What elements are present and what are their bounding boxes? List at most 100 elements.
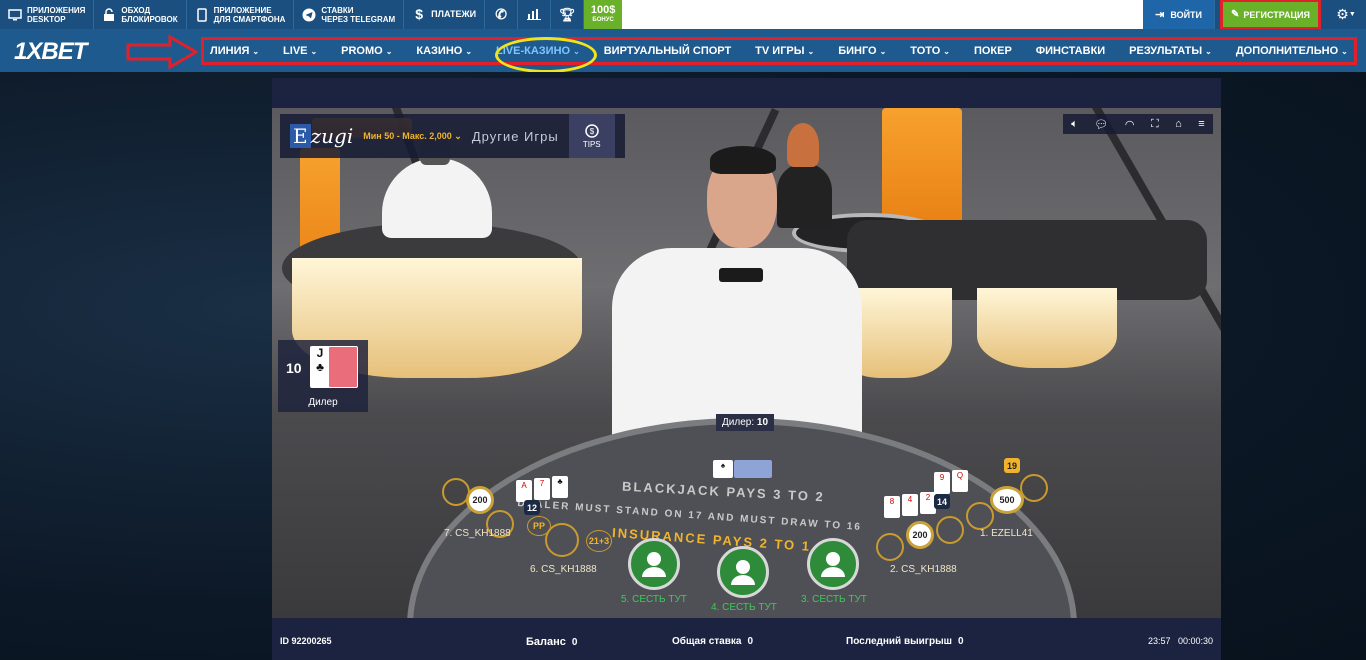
seat-2-bet-spot[interactable]: [876, 533, 904, 561]
register-button[interactable]: ✎ РЕГИСТРАЦИЯ: [1220, 0, 1321, 30]
last-win: Последний выигрыш 0: [846, 636, 964, 647]
nav-item-virtual-sport[interactable]: ВИРТУАЛЬНЫЙ СПОРТ: [604, 45, 731, 57]
menu-icon[interactable]: ≡: [1198, 118, 1204, 130]
nav-item-results[interactable]: РЕЗУЛЬТАТЫ ⌄: [1129, 45, 1212, 57]
bonus-button[interactable]: 100$ БОНУС: [584, 0, 623, 29]
last-win-value: 0: [957, 636, 964, 647]
svg-text:$: $: [589, 127, 594, 136]
sit-seat-4-button[interactable]: [717, 546, 769, 598]
nav-item-tv-games[interactable]: TV ИГРЫ ⌄: [755, 45, 814, 57]
player-card: ♣: [552, 476, 568, 498]
nav-item-bingo[interactable]: БИНГО ⌄: [838, 45, 886, 57]
payments-link[interactable]: $ ПЛАТЕЖИ: [404, 0, 486, 29]
sit-seat-4-label: 4. СЕСТЬ ТУТ: [711, 602, 777, 613]
sit-seat-3-button[interactable]: [807, 538, 859, 590]
chevron-down-icon: ⌄: [454, 130, 462, 141]
tips-button[interactable]: $ TIPS: [568, 114, 615, 158]
nav-menu: ЛИНИЯ ⌄ LIVE ⌄ PROMO ⌄ КАЗИНО ⌄ LIVE-КАЗИНО ⌄…: [201, 37, 1357, 65]
bypass-line1: ОБХОД: [121, 5, 151, 15]
nav-label: КАЗИНО: [416, 45, 463, 57]
dealer-hand-label: Дилер: [308, 397, 338, 408]
seat-2-side-spot[interactable]: [936, 516, 964, 544]
chevron-down-icon: ⌄: [252, 46, 260, 56]
nav-label: РЕЗУЛЬТАТЫ: [1129, 45, 1203, 57]
annotation-highlight-ellipse: [495, 37, 597, 73]
desktop-apps-link[interactable]: ПРИЛОЖЕНИЯ DESKTOP: [0, 0, 95, 29]
fullscreen-icon[interactable]: ⛶: [1151, 118, 1159, 131]
nav-item-more[interactable]: ДОПОЛНИТЕЛЬНО ⌄: [1236, 45, 1348, 57]
nav-item-finbets[interactable]: ФИНСТАВКИ: [1036, 45, 1105, 57]
chat-icon[interactable]: 💬︎: [1094, 118, 1108, 131]
nav-item-casino[interactable]: КАЗИНО ⌄: [416, 45, 472, 57]
desktop-apps-line1: ПРИЛОЖЕНИЯ: [27, 5, 86, 15]
player-card: Q: [952, 470, 968, 492]
chevron-down-icon: ⌄: [1205, 46, 1212, 56]
seat-1-score: 19: [1004, 458, 1021, 473]
balance: Баланс 0: [526, 636, 577, 648]
smartphone-line1: ПРИЛОЖЕНИЕ: [213, 5, 272, 15]
seat-6-bet-spot[interactable]: [545, 523, 579, 557]
settings-button[interactable]: ⚙ ▼: [1326, 0, 1366, 29]
player-card: 9: [934, 472, 950, 494]
telegram-bets-link[interactable]: СТАВКИ ЧЕРЕЗ TELEGRAM: [294, 0, 405, 29]
main-navbar: 1XBET ЛИНИЯ ⌄ LIVE ⌄ PROMO ⌄ КАЗИНО ⌄ LIVE-К…: [0, 29, 1366, 72]
smartphone-icon: [195, 7, 209, 22]
last-win-label: Последний выигрыш: [846, 636, 952, 647]
bypass-line2: БЛОКИРОВОК: [121, 14, 178, 24]
table-limits-value: Мин 50 - Макс. 2,000: [363, 130, 452, 141]
user-icon: [821, 552, 845, 577]
seat-2-label: 2. CS_KH1888: [890, 564, 957, 575]
round-timer: 00:00:30: [1178, 636, 1214, 646]
nav-item-line[interactable]: ЛИНИЯ ⌄: [210, 45, 259, 57]
smartphone-app-link[interactable]: ПРИЛОЖЕНИЕ ДЛЯ СМАРТФОНА: [187, 0, 295, 29]
player-card: 8: [884, 496, 900, 518]
stats-button[interactable]: [518, 0, 552, 29]
trophy-button[interactable]: 🏆︎: [551, 0, 585, 29]
seat-1-pp-spot[interactable]: [966, 502, 994, 530]
nav-item-poker[interactable]: ПОКЕР: [974, 45, 1012, 57]
background-croupier-head: [787, 123, 819, 167]
bypass-blocking-link[interactable]: ОБХОД БЛОКИРОВОК: [94, 0, 187, 29]
nav-item-promo[interactable]: PROMO ⌄: [341, 45, 392, 57]
game-header-overlay: Ezugi Мин 50 - Макс. 2,000 ⌄ Другие Игры…: [280, 114, 625, 158]
main-dealer-hair: [710, 146, 776, 174]
nav-label: ФИНСТАВКИ: [1035, 45, 1106, 57]
provider-logo-text: zugi: [310, 124, 354, 148]
phone-button[interactable]: ✆: [485, 0, 519, 29]
chevron-down-icon: ⌄: [310, 46, 318, 56]
nav-item-toto[interactable]: ТОТО ⌄: [910, 45, 950, 57]
bar-chart-icon: [527, 8, 542, 22]
login-button[interactable]: ⇥ ВОЙТИ: [1143, 0, 1216, 29]
payments-label: ПЛАТЕЖИ: [431, 9, 477, 19]
other-games-link[interactable]: Другие Игры: [472, 129, 559, 144]
player-card: A: [516, 480, 532, 502]
nav-label: PROMO: [341, 45, 383, 57]
home-icon[interactable]: ⌂: [1175, 118, 1182, 130]
dealer-tip-value: 10: [756, 417, 769, 428]
chevron-down-icon: ⌄: [943, 46, 950, 56]
chevron-down-icon: ⌄: [465, 46, 473, 56]
seat-6-label: 6. CS_KH1888: [530, 564, 597, 575]
seat-6-side-label: 21+3: [586, 530, 612, 552]
nav-label: ВИРТУАЛЬНЫЙ СПОРТ: [603, 45, 732, 57]
volume-icon[interactable]: 🔈︎: [1071, 118, 1078, 131]
live-video-stream[interactable]: BLACKJACK PAYS 3 TO 2 DEALER MUST STAND …: [272, 108, 1221, 618]
dealer-hand-widget: 10 J ♣ Дилер: [278, 340, 368, 412]
seat-2-score: 14: [934, 494, 951, 509]
balance-label: Баланс: [526, 636, 566, 648]
site-logo[interactable]: 1XBET: [14, 38, 87, 66]
register-label: РЕГИСТРАЦИЯ: [1243, 9, 1310, 20]
telegram-line1: СТАВКИ: [321, 5, 354, 15]
seat-1-chip: 500: [990, 486, 1024, 514]
nav-item-live[interactable]: LIVE ⌄: [283, 45, 317, 57]
seat-1-side-spot[interactable]: [1020, 474, 1048, 502]
nav-label: БИНГО: [838, 45, 877, 57]
seat-7-bet-spot[interactable]: [442, 478, 470, 506]
headset-icon[interactable]: ◠: [1125, 118, 1135, 131]
phone-icon: ✆: [495, 6, 507, 22]
sit-seat-5-button[interactable]: [628, 538, 680, 590]
table-limits-dropdown[interactable]: Мин 50 - Макс. 2,000 ⌄: [363, 131, 462, 142]
seat-1-label: 1. EZELL41: [980, 528, 1033, 539]
sit-seat-3-label: 3. СЕСТЬ ТУТ: [801, 594, 867, 605]
seat-7-label: 7. CS_KH1888: [444, 528, 511, 539]
